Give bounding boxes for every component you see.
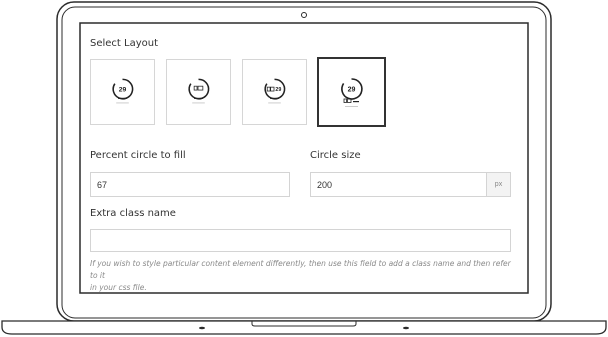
percent-label: Percent circle to fill [90,150,186,161]
layout-3-number: 29 [275,87,281,93]
layout-option-4[interactable]: 29 [317,57,386,127]
circle-size-unit: px [487,172,511,197]
select-layout-label: Select Layout [90,38,159,49]
circle-size-label: Circle size [310,150,361,161]
percent-input[interactable]: 67 [90,172,290,197]
circle-size-input[interactable]: 200 [310,172,487,197]
help-text-line-2: in your css file. [90,283,147,292]
layout-option-3[interactable]: 29 [242,59,307,125]
layout-option-1[interactable]: 29 [90,59,155,125]
layout-1-number: 29 [119,87,127,94]
help-text: If you wish to style particular content … [90,258,520,294]
extra-class-input[interactable] [90,229,511,252]
extra-class-label: Extra class name [90,208,176,219]
layout-2-glyph-icon [193,85,204,91]
layout-1-preview-icon: 29 [112,78,134,104]
camera-icon [301,12,307,18]
layout-option-2[interactable] [166,59,231,125]
help-text-line-1: If you wish to style particular content … [90,259,511,280]
layout-3-glyph-icon [266,86,275,92]
layout-4-preview-icon: 29 [341,78,363,107]
layout-2-preview-icon [188,78,210,104]
layout-3-preview-icon: 29 [264,78,286,104]
layout-4-number: 29 [348,87,356,94]
